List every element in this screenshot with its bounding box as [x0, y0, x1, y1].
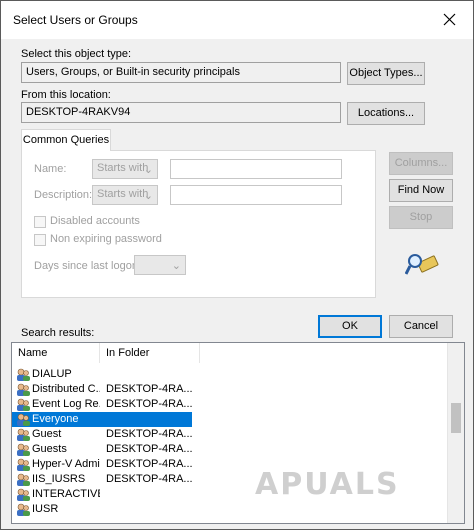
row-name: IIS_IUSRS — [32, 473, 86, 485]
users-icon — [16, 458, 30, 471]
table-row[interactable]: Guests DESKTOP-4RA... — [12, 442, 192, 457]
users-icon — [16, 413, 30, 426]
close-button[interactable] — [427, 1, 473, 39]
users-icon — [16, 383, 30, 396]
search-results-label: Search results: — [21, 327, 95, 339]
disabled-accounts-checkbox[interactable] — [34, 216, 46, 228]
non-expiring-label: Non expiring password — [50, 233, 162, 245]
disabled-accounts-label: Disabled accounts — [50, 215, 140, 227]
row-name: Guest — [32, 428, 62, 440]
find-now-button[interactable]: Find Now — [389, 179, 453, 202]
name-input[interactable] — [170, 159, 342, 179]
object-type-label: Select this object type: — [21, 48, 132, 60]
description-mode-value: Starts with — [97, 188, 149, 200]
row-name: DIALUP — [32, 368, 72, 380]
row-name: Everyone — [32, 413, 79, 425]
row-name: Hyper-V Admi... — [32, 458, 100, 470]
row-folder — [106, 412, 192, 427]
tab-common-queries[interactable]: Common Queries — [21, 129, 111, 151]
table-row[interactable]: Distributed C... DESKTOP-4RA... — [12, 382, 192, 397]
users-icon — [16, 443, 30, 456]
row-name: INTERACTIVE — [32, 488, 100, 500]
chevron-down-icon: ⌄ — [171, 260, 181, 272]
table-row[interactable]: IIS_IUSRS DESKTOP-4RA... — [12, 472, 192, 487]
watermark: APUALS — [255, 467, 400, 502]
row-name: Event Log Re... — [32, 398, 100, 410]
description-input[interactable] — [170, 185, 342, 205]
row-name: IUSR — [32, 503, 59, 515]
locations-button[interactable]: Locations... — [347, 102, 425, 125]
row-folder: DESKTOP-4RA... — [106, 473, 192, 485]
users-icon — [16, 503, 30, 516]
results-scrollbar[interactable] — [447, 343, 464, 523]
chevron-down-icon: ⌄ — [143, 190, 153, 202]
days-since-logon-select[interactable]: ⌄ — [134, 255, 186, 275]
users-icon — [16, 368, 30, 381]
common-queries-panel: Name: Starts with ⌄ Description: Starts … — [21, 150, 376, 298]
table-row[interactable]: INTERACTIVE — [12, 487, 192, 502]
row-folder: DESKTOP-4RA... — [106, 383, 192, 395]
row-name: Guests — [32, 443, 67, 455]
scrollbar-thumb[interactable] — [451, 403, 461, 433]
row-folder: DESKTOP-4RA... — [106, 398, 192, 410]
description-label: Description: — [34, 189, 93, 201]
row-name: Distributed C... — [32, 383, 100, 395]
name-label: Name: — [34, 163, 67, 175]
ok-button[interactable]: OK — [318, 315, 382, 338]
close-icon — [443, 13, 456, 26]
users-icon — [16, 398, 30, 411]
row-folder: DESKTOP-4RA... — [106, 443, 192, 455]
row-folder: DESKTOP-4RA... — [106, 458, 192, 470]
location-label: From this location: — [21, 89, 111, 101]
table-row[interactable]: Guest DESKTOP-4RA... — [12, 427, 192, 442]
row-folder — [106, 502, 192, 517]
cancel-button[interactable]: Cancel — [389, 315, 453, 338]
table-row[interactable]: Event Log Re... DESKTOP-4RA... — [12, 397, 192, 412]
table-row[interactable]: Hyper-V Admi... DESKTOP-4RA... — [12, 457, 192, 472]
table-row[interactable]: IUSR — [12, 502, 192, 517]
column-header-name[interactable]: Name — [12, 343, 100, 363]
users-icon — [16, 473, 30, 486]
search-people-icon — [405, 254, 439, 275]
table-row[interactable]: Everyone — [12, 412, 192, 427]
location-field: DESKTOP-4RAKV94 — [21, 102, 341, 123]
columns-button[interactable]: Columns... — [389, 152, 453, 175]
users-icon — [16, 428, 30, 441]
table-row[interactable]: DIALUP — [12, 367, 192, 382]
stop-button[interactable]: Stop — [389, 206, 453, 229]
column-header-in-folder[interactable]: In Folder — [100, 343, 200, 363]
users-icon — [16, 488, 30, 501]
row-folder — [106, 367, 192, 382]
name-mode-value: Starts with — [97, 162, 149, 174]
chevron-down-icon: ⌄ — [143, 164, 153, 176]
select-users-dialog: Select Users or Groups Select this objec… — [0, 0, 474, 530]
object-type-field: Users, Groups, or Built-in security prin… — [21, 62, 341, 83]
non-expiring-checkbox[interactable] — [34, 234, 46, 246]
dialog-title: Select Users or Groups — [13, 13, 138, 27]
title-bar: Select Users or Groups — [1, 1, 473, 39]
row-folder: DESKTOP-4RA... — [106, 428, 192, 440]
row-folder — [106, 487, 192, 502]
name-mode-select[interactable]: Starts with ⌄ — [92, 159, 158, 179]
description-mode-select[interactable]: Starts with ⌄ — [92, 185, 158, 205]
days-since-logon-label: Days since last logon: — [34, 260, 141, 272]
object-types-button[interactable]: Object Types... — [347, 62, 425, 85]
